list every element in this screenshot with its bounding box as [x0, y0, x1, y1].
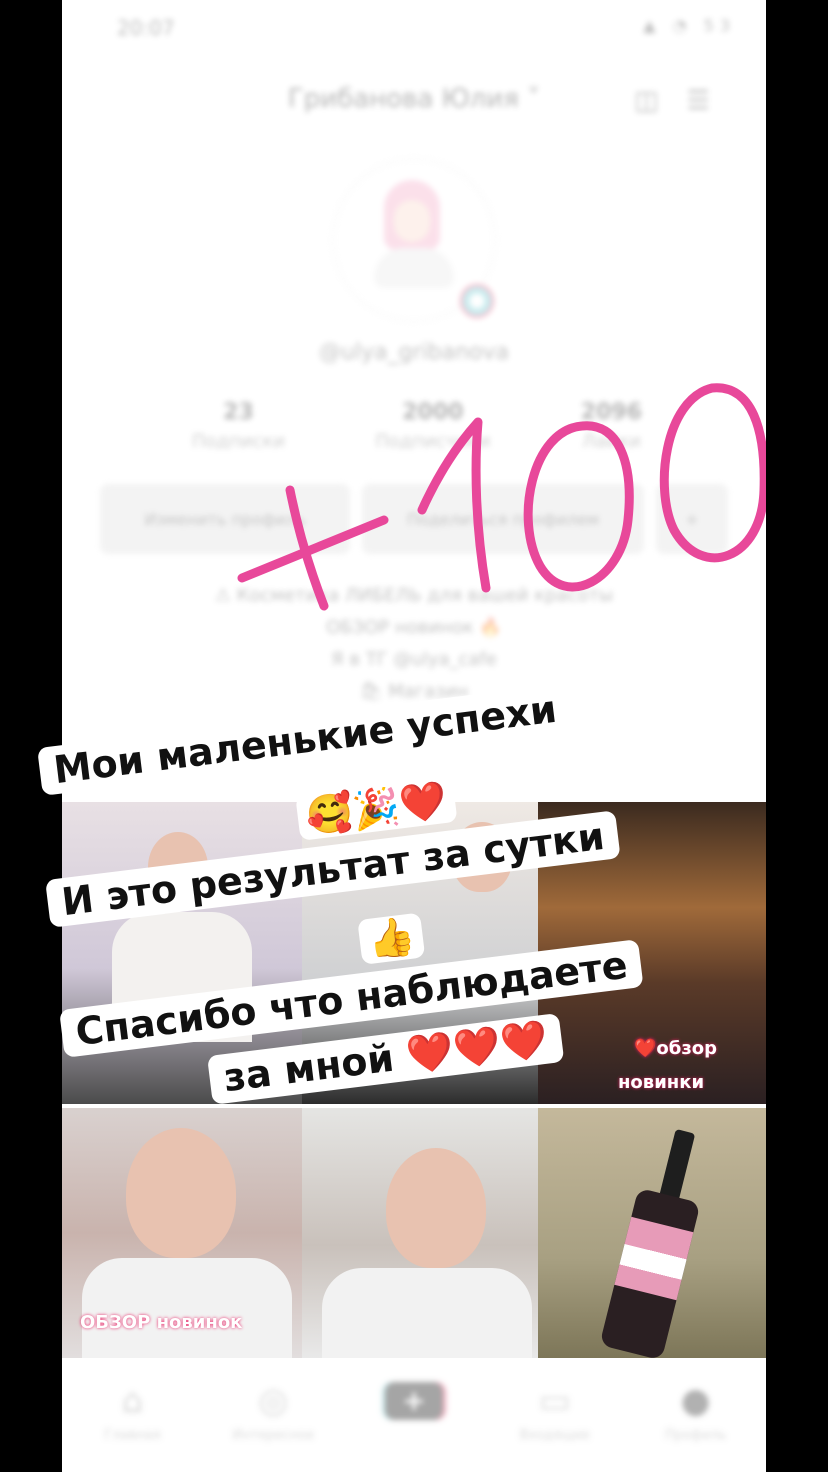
bottom-nav: ⌂ Главная ◎ Интересное + ▭ Входящие ● Профил… [62, 1364, 766, 1472]
video-thumbnail[interactable] [302, 1108, 538, 1358]
plus-icon: + [381, 1382, 446, 1420]
status-bar: 20:07 ▲ ◔ 53 [62, 10, 766, 40]
footprint-icon[interactable]: ◫ [634, 86, 687, 116]
video-overlay-text: ОБЗОР новинок [80, 1312, 243, 1333]
video-overlay-text: ❤️обзор [634, 1038, 718, 1059]
nav-inbox[interactable]: ▭ Входящие [495, 1382, 615, 1443]
nav-profile[interactable]: ● Профиль [636, 1382, 756, 1443]
avatar-body [374, 248, 454, 288]
nav-label: Интересное [232, 1428, 315, 1443]
top-actions: ◫☰ [634, 86, 738, 116]
one-stroke [417, 417, 491, 593]
home-icon: ⌂ [121, 1381, 144, 1421]
zero-second [659, 383, 766, 563]
nav-create[interactable]: + [354, 1382, 474, 1420]
status-icons: ▲ ◔ 53 [643, 16, 736, 35]
video-overlay-text: новинки [618, 1072, 705, 1093]
avatar-face [394, 200, 430, 242]
inbox-icon: ▭ [538, 1381, 571, 1421]
video-thumbnail[interactable]: ОБЗОР новинок [62, 1108, 302, 1358]
serum-bottle [599, 1124, 716, 1358]
person-head [386, 1148, 486, 1268]
person-shirt [82, 1258, 292, 1358]
nav-label: Профиль [664, 1428, 727, 1443]
handwritten-plus-100 [237, 383, 766, 611]
compass-icon: ◎ [258, 1381, 289, 1421]
person-head [126, 1128, 236, 1258]
person-shirt [322, 1268, 532, 1358]
username: @ulya_gribanova [318, 340, 510, 365]
nav-explore[interactable]: ◎ Интересное [213, 1382, 333, 1443]
video-thumbnail[interactable] [538, 1108, 766, 1358]
nav-label: Входящие [519, 1428, 590, 1443]
bottle-neck [658, 1128, 696, 1202]
zero-first [523, 421, 634, 592]
menu-icon[interactable]: ☰ [687, 86, 738, 116]
nav-home[interactable]: ⌂ Главная [72, 1382, 192, 1443]
status-time: 20:07 [117, 16, 175, 40]
profile-icon: ● [680, 1381, 711, 1421]
caption-emoji-2: 👍 [357, 912, 426, 965]
nav-label: Главная [104, 1428, 161, 1443]
bottle-label [614, 1216, 694, 1301]
bio-line: Я в ТГ @ulya_cafe [331, 649, 497, 670]
add-story-badge-icon[interactable] [460, 284, 494, 318]
